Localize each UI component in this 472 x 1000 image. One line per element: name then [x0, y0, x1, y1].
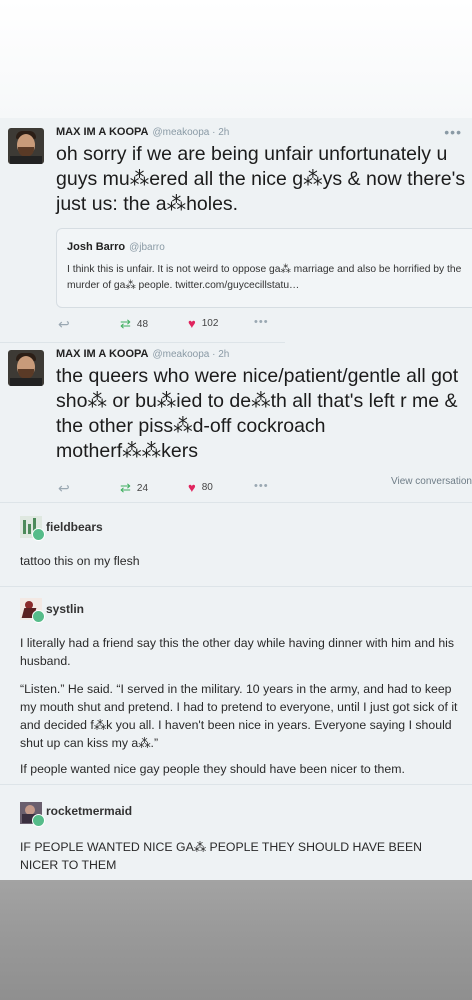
like-count: 102: [201, 318, 219, 329]
ellipsis-icon: •••: [254, 480, 269, 492]
reblog-username[interactable]: fieldbears: [46, 520, 103, 534]
ellipsis-icon: •••: [254, 316, 269, 328]
avatar[interactable]: [20, 802, 45, 827]
author-handle: @meakoopa · 2h: [152, 349, 230, 360]
tweet-text: oh sorry if we are being unfair unfortun…: [56, 143, 466, 215]
reply-icon: ↩: [58, 480, 70, 496]
like-count: 80: [201, 482, 213, 493]
reblog-text: IF PEOPLE WANTED NICE GA⁂ PEOPLE THEY SH…: [20, 840, 423, 872]
heart-icon: ♥: [188, 480, 196, 495]
divider: [0, 502, 472, 503]
avatar[interactable]: [20, 598, 45, 623]
reply-button[interactable]: ↩: [58, 480, 70, 497]
divider: [0, 586, 472, 587]
follow-badge-icon: [32, 528, 45, 541]
avatar[interactable]: [8, 350, 44, 386]
retweet-count: 24: [136, 482, 149, 494]
author-name[interactable]: MAX IM A KOOPA @meakoopa · 2h: [56, 126, 229, 138]
reblog-paragraph: If people wanted nice gay people they sh…: [20, 762, 405, 776]
bottom-background: [0, 880, 472, 1000]
reblog-username[interactable]: systlin: [46, 602, 84, 616]
reply-button[interactable]: ↩: [58, 316, 70, 333]
more-icon[interactable]: •••: [444, 124, 462, 140]
quoted-tweet[interactable]: Josh Barro @jbarro I think this is unfair…: [56, 228, 472, 308]
retweet-icon: ⇄: [120, 316, 131, 331]
heart-icon: ♥: [188, 316, 196, 331]
author-name[interactable]: MAX IM A KOOPA @meakoopa · 2h: [56, 348, 229, 360]
divider: [0, 784, 472, 785]
reblog-paragraph: I literally had a friend say this the ot…: [20, 636, 455, 668]
quoted-handle: @jbarro: [129, 242, 165, 253]
quoted-text: I think this is unfair. It is not weird …: [67, 264, 462, 291]
follow-badge-icon: [32, 814, 45, 827]
reply-icon: ↩: [58, 316, 70, 332]
view-conversation-link[interactable]: View conversation: [391, 476, 472, 487]
quoted-author: Josh Barro @jbarro: [67, 241, 165, 253]
tweet-text: the queers who were nice/patient/gentle …: [56, 365, 459, 462]
avatar[interactable]: [8, 128, 44, 164]
follow-badge-icon: [32, 610, 45, 623]
author-handle: @meakoopa · 2h: [152, 127, 230, 138]
divider: [0, 342, 285, 343]
reblog-paragraph: “Listen.” He said. “I served in the mili…: [20, 682, 458, 750]
retweet-button[interactable]: ⇄ 24: [120, 480, 148, 496]
more-actions-button[interactable]: •••: [254, 480, 269, 492]
more-actions-button[interactable]: •••: [254, 316, 269, 328]
screenshot-card: MAX IM A KOOPA @meakoopa · 2h ••• oh sorr…: [0, 118, 472, 880]
reblog-text: tattoo this on my flesh: [20, 554, 140, 568]
retweet-count: 48: [136, 318, 149, 330]
like-button[interactable]: ♥ 80: [188, 480, 213, 495]
reblog-username[interactable]: rocketmermaid: [46, 804, 132, 818]
top-background: [0, 0, 472, 118]
retweet-icon: ⇄: [120, 480, 131, 495]
retweet-button[interactable]: ⇄ 48: [120, 316, 148, 332]
like-button[interactable]: ♥ 102: [188, 316, 218, 331]
avatar[interactable]: [20, 516, 45, 541]
